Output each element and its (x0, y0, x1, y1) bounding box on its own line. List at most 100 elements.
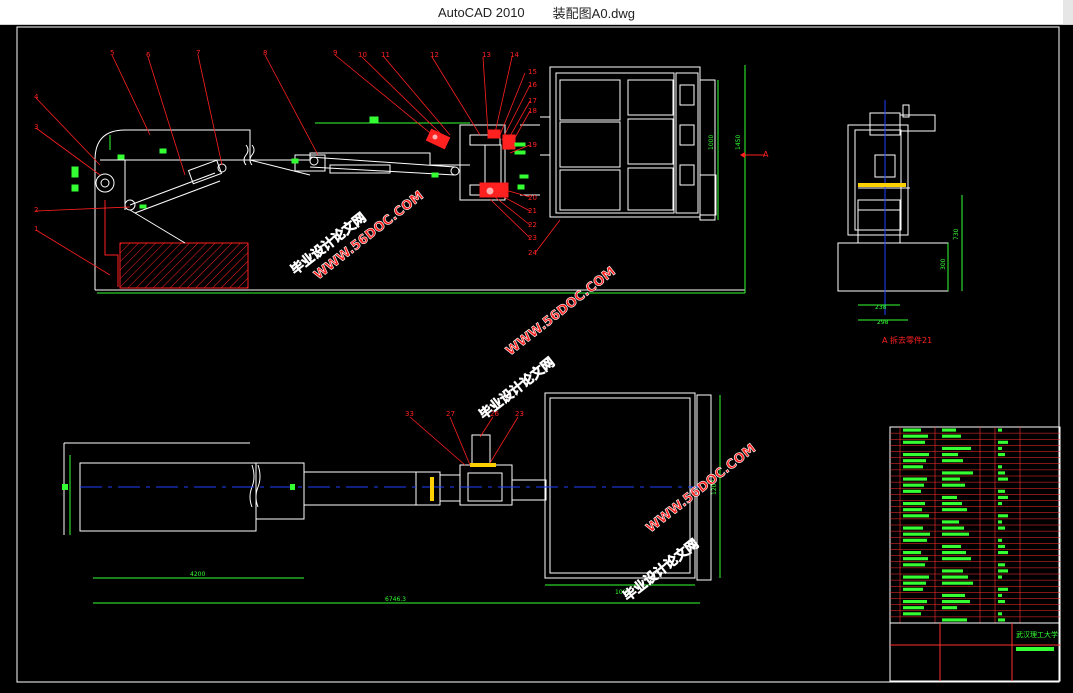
parts-list-cell-text (942, 446, 971, 450)
file-name: 装配图A0.dwg (552, 5, 636, 21)
side-yellow-part (858, 183, 906, 187)
part-15: 15 (528, 68, 537, 76)
part-labels-bottom: 33 27 26 23 (405, 410, 524, 418)
part-21: 21 (528, 207, 537, 215)
part-13: 13 (482, 51, 491, 59)
dim-bottom-total: 6746.3 (385, 596, 406, 603)
parts-list-cell-text (903, 587, 923, 591)
parts-list-cell-text (998, 618, 1005, 622)
part-14: 14 (510, 51, 519, 59)
part-2: 2 (34, 206, 38, 214)
watermark-3-en: WWW.56DOC.COM (644, 441, 759, 536)
parts-list-cell-text (942, 569, 963, 573)
plan-mark-left (62, 484, 68, 490)
parts-list-cell-text (998, 495, 1008, 499)
parts-list-cell-text (998, 489, 1005, 493)
parts-list-cell-text (903, 483, 924, 487)
parts-list-cell-text (903, 526, 923, 530)
part-24: 24 (528, 249, 537, 257)
parts-list-cell-text (942, 526, 964, 530)
parts-list-cell-text (942, 520, 959, 524)
parts-list-cell-text (942, 581, 973, 585)
view-arrow-label: A (763, 150, 769, 159)
parts-list-cell-text (998, 514, 1008, 518)
parts-list-cell-text (903, 557, 928, 561)
drawing-canvas[interactable]: 1450 1000 A 1 2 3 4 5 6 7 8 9 10 11 12 1… (0, 25, 1073, 688)
part-18: 18 (528, 107, 537, 115)
main-front-view (94, 66, 745, 291)
parts-list-cell-text (903, 563, 925, 567)
dim-side-outer: 298 (877, 319, 889, 326)
parts-list-cell-text (998, 551, 1008, 555)
parts-list-cell-text (942, 459, 963, 463)
parts-list-cell-text (942, 477, 960, 481)
part-5: 5 (110, 49, 114, 57)
parts-list-cell-text (998, 563, 1005, 567)
parts-list-cell-text (998, 465, 1002, 469)
view-arrow: A (740, 150, 769, 159)
parts-list-cell-text (942, 471, 973, 475)
parts-list-cell-text (942, 483, 965, 487)
watermark-2: 毕业设计论文网 WWW.56DOC.COM (476, 264, 619, 423)
parts-list-cell-text (998, 587, 1008, 591)
parts-list-cell-text (998, 502, 1002, 506)
window-edge (1063, 0, 1073, 24)
part-10: 10 (358, 51, 367, 59)
dim-side-height: 730 (953, 228, 960, 240)
part-11: 11 (381, 51, 390, 59)
parts-list-cell-text (998, 544, 1005, 548)
parts-list-cell-text (942, 557, 971, 561)
app-name: AutoCAD 2010 (437, 4, 525, 20)
parts-list-cell-text (998, 446, 1002, 450)
parts-list-cell-text (903, 459, 926, 463)
leader-lines-bottom (409, 416, 519, 466)
side-view (837, 104, 949, 292)
side-dimensions (858, 195, 963, 321)
part-20: 20 (528, 194, 537, 202)
parts-list-cell-text (903, 532, 930, 536)
dim-height-box: 1000 (708, 135, 715, 150)
part-12: 12 (430, 51, 439, 59)
parts-list-cell-text (903, 551, 921, 555)
parts-list-cell-text (903, 434, 928, 438)
parts-list-cell-text (942, 544, 961, 548)
part-7: 7 (196, 49, 200, 57)
part-8: 8 (263, 49, 267, 57)
parts-list-cell-text (942, 618, 967, 622)
parts-list-cell-text (903, 453, 929, 457)
parts-list-cell-text (942, 606, 957, 610)
parts-list-cell-text (942, 434, 961, 438)
plan-mark-mid (290, 484, 295, 490)
parts-list-cell-text (903, 508, 922, 512)
part-33: 33 (405, 410, 414, 418)
parts-list-cell-text (903, 600, 927, 604)
parts-list-cell-text (998, 428, 1002, 432)
dim-side-inner: 238 (875, 304, 887, 311)
part-4: 4 (34, 93, 39, 101)
parts-list-cell-text (903, 502, 925, 506)
parts-list-cell-text (903, 489, 921, 493)
parts-list-cell-text (903, 428, 921, 432)
part-17: 17 (528, 97, 537, 105)
parts-list-cell-text (942, 600, 970, 604)
section-caption: A 拆去零件21 (882, 335, 932, 345)
watermark-1: 毕业设计论文网 WWW.56DOC.COM (287, 188, 427, 283)
parts-list-table (889, 426, 1061, 624)
parts-list-cell-text (903, 514, 929, 518)
part-1: 1 (34, 225, 38, 233)
part-19: 19 (528, 141, 537, 149)
part-16: 16 (528, 81, 537, 89)
parts-list-cell-text (942, 495, 957, 499)
parts-list-cell-text (903, 465, 923, 469)
parts-list-cell-text (998, 520, 1002, 524)
parts-list-cell-text (998, 526, 1005, 530)
cad-drawing[interactable]: 1450 1000 A 1 2 3 4 5 6 7 8 9 10 11 12 1… (0, 25, 1073, 688)
parts-list-cell-text (942, 508, 967, 512)
dim-side-lower: 300 (940, 258, 947, 270)
parts-list-cell-text (998, 593, 1002, 597)
dim-bottom-left: 4200 (190, 571, 205, 578)
window-titlebar: AutoCAD 2010 装配图A0.dwg (0, 0, 1073, 25)
part-6: 6 (146, 51, 151, 59)
part-labels-top: 1 2 3 4 5 6 7 8 9 10 11 12 13 14 15 16 1… (34, 49, 537, 257)
parts-list-cell-text (942, 453, 958, 457)
